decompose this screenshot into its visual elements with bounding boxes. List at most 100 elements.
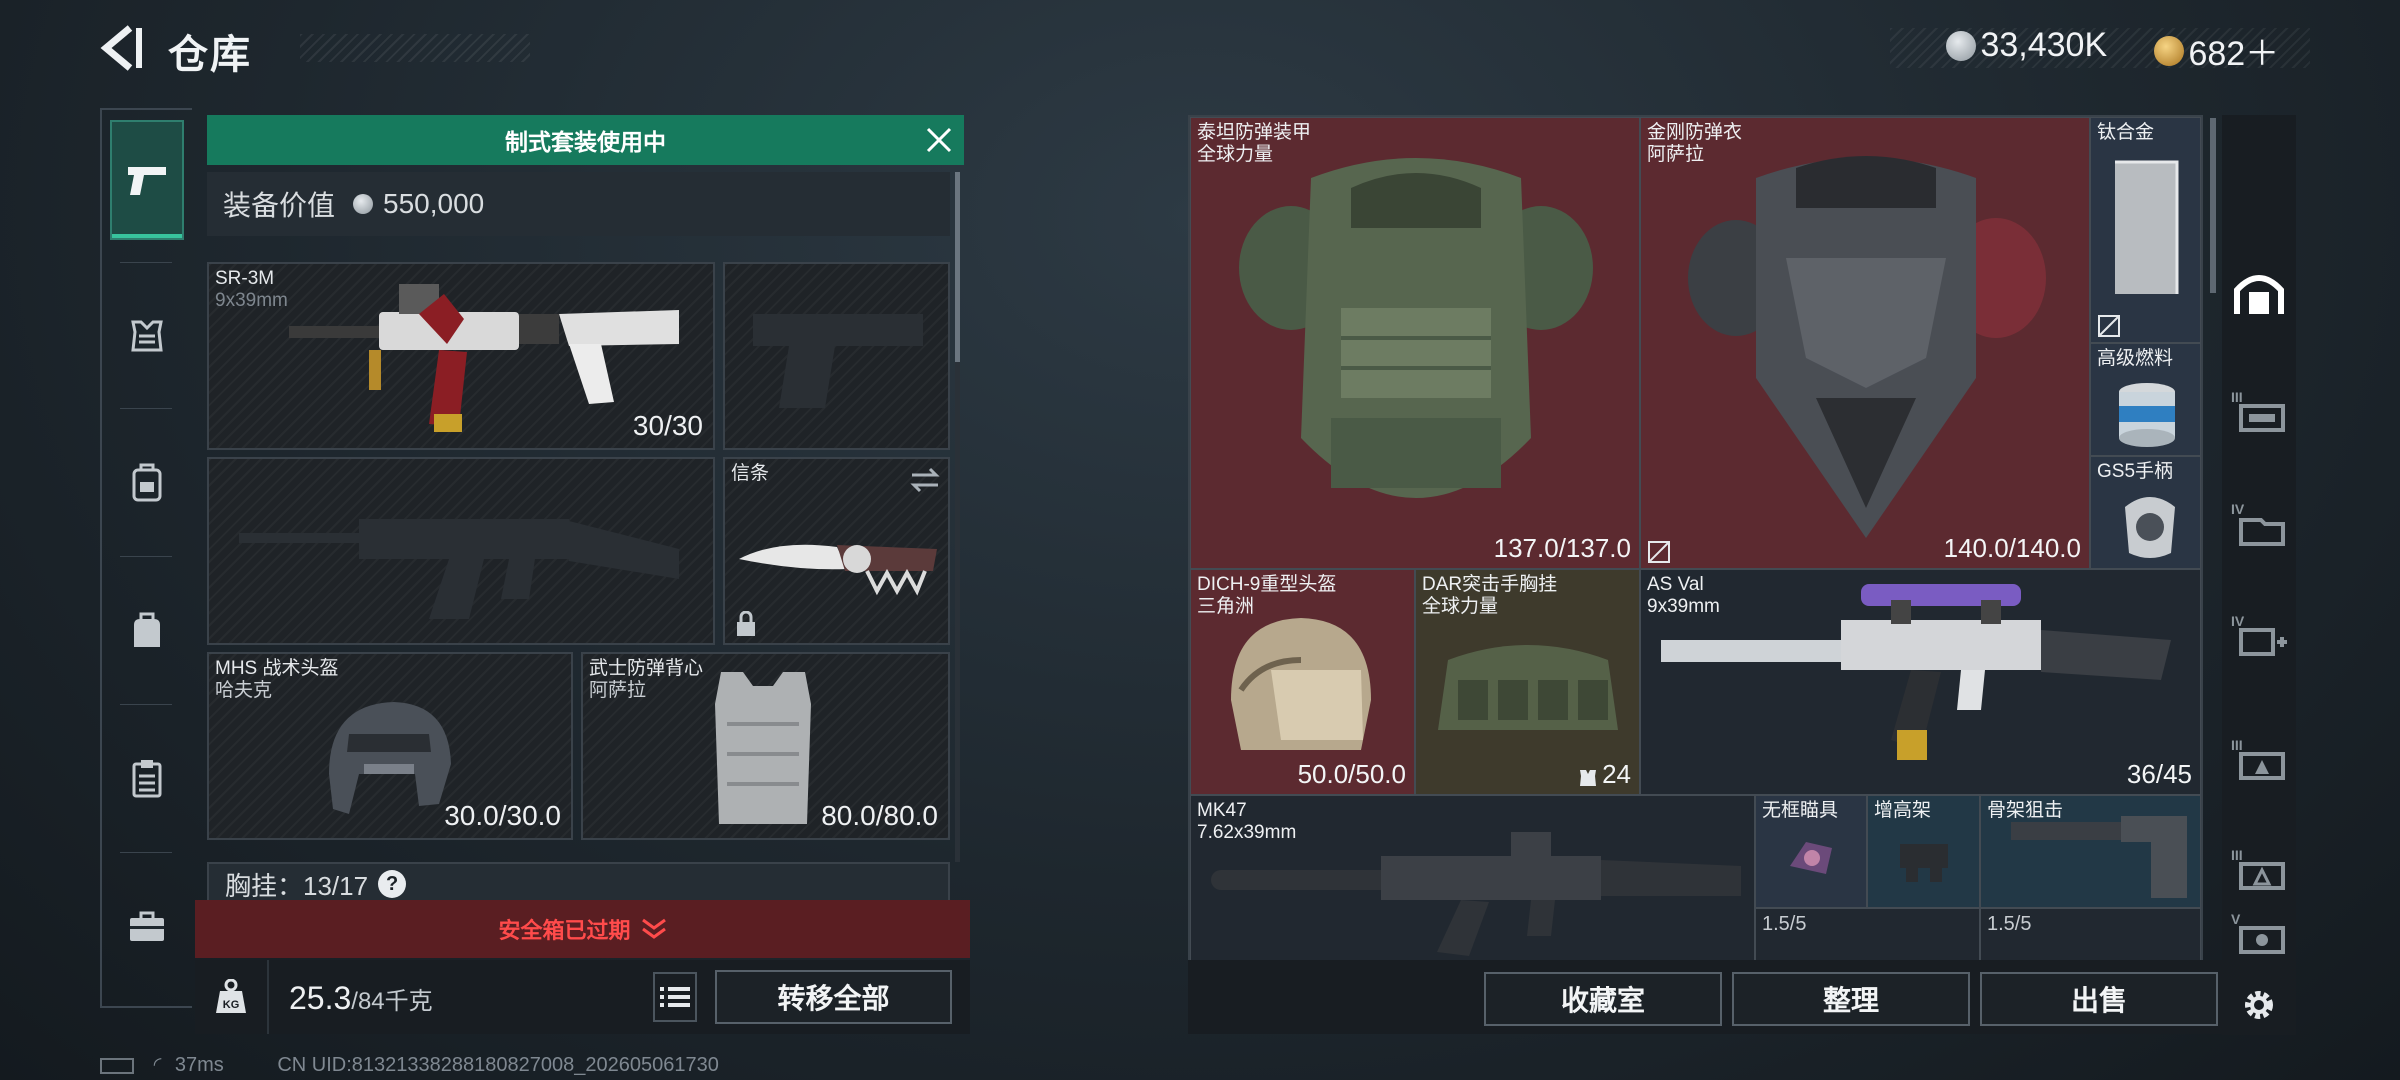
heavy-helmet-image — [1231, 618, 1371, 750]
weight-icon-box: KG — [195, 960, 269, 1034]
shelf-iii-icon: III — [2231, 389, 2285, 432]
helmet-durability: 30.0/30.0 — [444, 800, 561, 831]
tab-shelf-4-plus[interactable]: IV — [2222, 587, 2296, 683]
item-label: DAR突击手胸挂 全球力量 — [1422, 574, 1557, 618]
stash-item-as-val[interactable]: AS Val 9x39mm 36/45 — [1640, 569, 2201, 795]
stash-item-skeleton-stock[interactable]: 骨架狙击 — [1980, 795, 2201, 908]
stash-scrollbar[interactable] — [2210, 118, 2216, 293]
svg-text:IV: IV — [2231, 501, 2245, 517]
svg-text:IV: IV — [2231, 613, 2245, 629]
backpack-icon — [132, 463, 162, 502]
bag-icon — [134, 612, 160, 647]
silver-coin-icon — [1946, 30, 1976, 61]
tab-divider — [120, 408, 172, 409]
shelf-iv-icon: IV — [2231, 501, 2285, 546]
tab-weapons[interactable] — [110, 120, 184, 240]
stash-item-riser-mount[interactable]: 增高架 — [1867, 795, 1980, 908]
mk47-rifle-image — [1211, 832, 1741, 956]
max-weight: /84千克 — [351, 988, 433, 1015]
stash-item-mk47[interactable]: MK47 7.62x39mm — [1190, 795, 1755, 961]
item-name: DAR突击手胸挂 — [1422, 574, 1558, 595]
stash-item-titanium[interactable]: 钛合金 — [2090, 117, 2201, 343]
tab-shelf-3[interactable]: III — [2222, 363, 2296, 459]
knife-image — [739, 544, 937, 596]
chest-rig-capacity: 胸挂：13/17 — [225, 870, 369, 901]
tab-bag[interactable] — [110, 570, 184, 690]
tab-divider — [120, 704, 172, 705]
currency-gold[interactable]: 682＋ — [2154, 26, 2279, 75]
armor-vest-image — [715, 672, 811, 824]
swap-icon[interactable] — [910, 467, 940, 493]
stash-item-partial-2[interactable]: 1.5/5 — [1980, 908, 2201, 961]
tab-armor[interactable] — [110, 276, 184, 396]
stash-item-gs5-controller[interactable]: GS5手柄 — [2090, 456, 2201, 569]
sell-button[interactable]: 出售 — [1980, 972, 2218, 1026]
sr3m-rifle-image — [289, 284, 679, 432]
stash-item-dar-chest-rig[interactable]: DAR突击手胸挂 全球力量 24 — [1415, 569, 1640, 795]
controller-image — [2125, 497, 2175, 558]
collection-room-button[interactable]: 收藏室 — [1484, 972, 1722, 1026]
item-brand: 全球力量 — [1422, 596, 1499, 617]
loadout-scroll-thumb[interactable] — [955, 172, 960, 362]
silver-coin-icon — [353, 194, 374, 214]
status-bar: ◜ 37ms CN UID:8132133828818082700​8_2026… — [100, 1052, 719, 1077]
armor-icon — [131, 320, 163, 352]
stash-item-kingkong-vest[interactable]: 金刚防弹衣 阿萨拉 140.0/140.0 — [1640, 117, 2090, 569]
help-icon[interactable]: ? — [378, 870, 407, 898]
stash-shelf-rail: III IV IV III III V — [2222, 115, 2296, 1035]
stash-item-frameless-sight[interactable]: 无框瞄具 — [1755, 795, 1867, 908]
stash-item-dich9-helmet[interactable]: DICH-9重型头盔 三角洲 50.0/50.0 — [1190, 569, 1415, 795]
item-name: 无框瞄具 — [1762, 800, 1839, 821]
tab-shelf-3-triangle[interactable]: III — [2222, 711, 2296, 807]
tab-divider — [120, 556, 172, 557]
safe-box-bar[interactable]: 安全箱已过期 — [195, 900, 970, 958]
currency-silver: 33,430K — [1946, 26, 2107, 65]
helmet-slot[interactable]: MHS 战术头盔 哈夫克 30.0/30.0 — [207, 652, 573, 840]
tab-shelf-5[interactable]: V — [2222, 893, 2296, 973]
titanium-ingot-image — [2115, 160, 2179, 294]
shelf-iii-triangle-2-icon: III — [2231, 847, 2285, 890]
tab-divider — [120, 852, 172, 853]
no-trade-icon — [2098, 315, 2120, 337]
gold-coin-icon — [2154, 35, 2184, 66]
heavy-armor-image — [1239, 158, 1593, 498]
stash-item-titan-armor[interactable]: 泰坦防弹装甲 全球力量 137.0/137.0 — [1190, 117, 1640, 569]
melee-name: 信条 — [731, 463, 770, 484]
armor-brand: 阿萨拉 — [589, 680, 647, 701]
pistol-slot[interactable] — [723, 262, 950, 450]
item-name: DICH-9重型头盔 — [1197, 574, 1337, 595]
tab-backpack[interactable] — [110, 422, 184, 542]
svg-text:V: V — [2231, 911, 2241, 927]
uid-text: CN UID:8132133828818082700​8_20260506173… — [277, 1054, 719, 1076]
melee-slot[interactable]: 信条 — [723, 457, 950, 645]
primary-weapon-count: 30/30 — [632, 410, 703, 441]
ping-text: 37ms — [174, 1054, 224, 1076]
tab-briefcase[interactable] — [110, 866, 184, 986]
primary-weapon-slot[interactable]: SR-3M 9x39mm 30/30 — [207, 262, 715, 450]
tab-shelf-4[interactable]: IV — [2222, 475, 2296, 571]
silver-amount: 33,430K — [1980, 26, 2108, 64]
armor-slot[interactable]: 武士防弹背心 阿萨拉 80.0/80.0 — [581, 652, 950, 840]
list-view-button[interactable] — [653, 972, 697, 1022]
gear-icon — [2245, 991, 2273, 1019]
close-banner-button[interactable] — [924, 125, 954, 155]
back-arrow-icon — [100, 25, 142, 71]
secondary-weapon-slot[interactable] — [207, 457, 715, 645]
loadout-banner: 制式套装使用中 — [207, 115, 964, 165]
item-name: GS5手柄 — [2097, 461, 2174, 482]
helmet-name: MHS 战术头盔 — [215, 658, 339, 679]
tab-container[interactable] — [110, 718, 184, 838]
back-button[interactable] — [100, 24, 144, 72]
stash-home-icon — [2234, 275, 2284, 314]
stash-grid: 泰坦防弹装甲 全球力量 137.0/137.0 金刚防弹衣 阿萨拉 140.0/… — [1188, 115, 2203, 961]
tab-stash-main[interactable] — [2222, 245, 2296, 341]
item-durability: 50.0/50.0 — [1297, 759, 1406, 789]
clipboard-icon — [132, 760, 162, 798]
stash-item-premium-fuel[interactable]: 高级燃料 — [2090, 343, 2201, 456]
organize-button[interactable]: 整理 — [1732, 972, 1970, 1026]
stash-item-partial-1[interactable]: 1.5/5 — [1755, 908, 1980, 961]
tactical-helmet-image — [329, 702, 451, 814]
settings-button[interactable] — [2222, 975, 2296, 1035]
transfer-all-button[interactable]: 转移全部 — [715, 970, 952, 1024]
no-trade-icon — [1648, 541, 1670, 563]
